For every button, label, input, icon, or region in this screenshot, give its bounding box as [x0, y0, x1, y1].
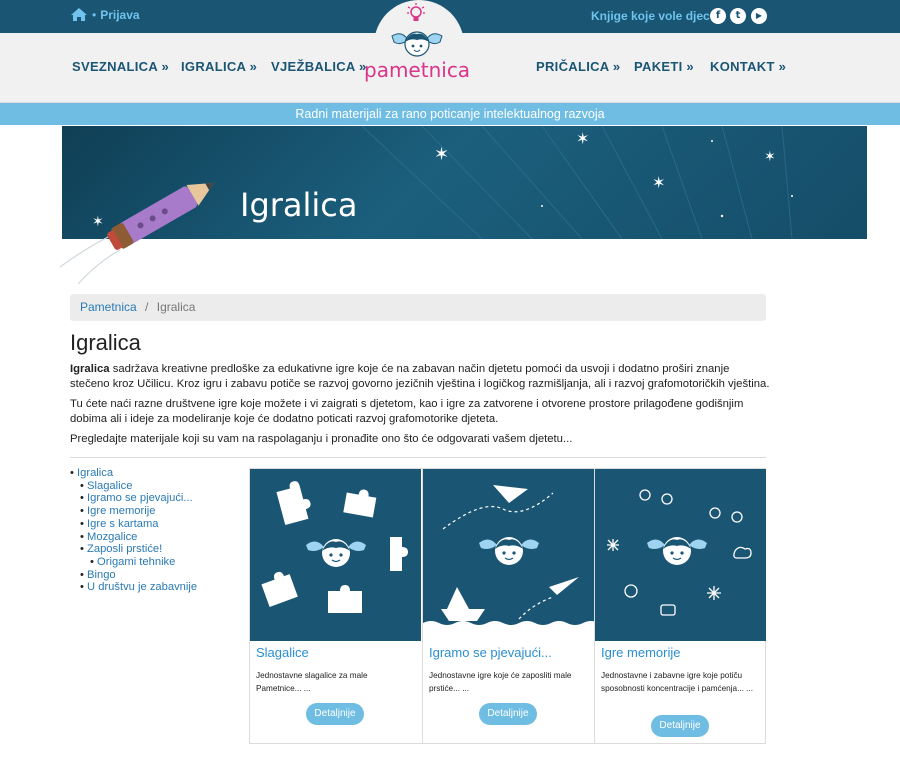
tree-item-igre-s-kartama[interactable]: Igre s kartama: [87, 518, 159, 530]
tree-item-igramo[interactable]: Igramo se pjevajući...: [87, 492, 193, 504]
tree-row: • Bingo: [80, 568, 116, 581]
facebook-icon[interactable]: f: [710, 8, 726, 24]
memory-doodles-icon: [607, 489, 752, 616]
intro-text-1: sadržava kreativne predloške za edukativ…: [70, 363, 770, 390]
tree-row: • Igre memorije: [80, 505, 156, 518]
tree-root: • Igralica: [70, 467, 114, 479]
tree-row: • Mozgalice: [80, 530, 138, 543]
home-icon[interactable]: [70, 7, 88, 22]
tree-row: • U društvu je zabavnije: [80, 581, 198, 594]
svg-text:✶: ✶: [652, 173, 665, 192]
logo-text: pametnica: [364, 58, 471, 82]
svg-text:✶: ✶: [576, 129, 589, 148]
puzzle-pieces-icon: [261, 481, 408, 613]
page-title: Igralica: [70, 330, 141, 355]
tagline-link[interactable]: Knjige koje vole djecu: [591, 9, 717, 23]
tree-item-mozgalice[interactable]: Mozgalice: [87, 531, 137, 543]
tree-item-igralica[interactable]: Igralica: [77, 467, 113, 479]
tree-row: • Zaposli prstiće!: [80, 543, 163, 556]
nav-kontakt[interactable]: KONTAKT »: [710, 59, 786, 74]
card-title-igramo[interactable]: Igramo se pjevajući...: [429, 645, 552, 660]
card-slagalice[interactable]: Slagalice Jednostavne slagalice za male …: [250, 469, 422, 743]
card-desc-slagalice: Jednostavne slagalice za male Pametnice.…: [256, 671, 368, 693]
card-title-igre-memorije[interactable]: Igre memorije: [601, 645, 680, 660]
card-desc-igramo: Jednostavne igre koje će zaposliti male …: [429, 671, 572, 693]
tree-item-igre-memorije[interactable]: Igre memorije: [87, 505, 155, 517]
home-login-link[interactable]: • Prijava: [70, 7, 140, 22]
category-tree: • Igralica • Slagalice • Igramo se pjeva…: [70, 467, 197, 594]
intro-paragraph-3: Pregledajte materijale koji su vam na ra…: [70, 433, 573, 445]
subtitle-strip: Radni materijali za rano poticanje intel…: [0, 103, 900, 125]
card-image-igre-memorije[interactable]: [595, 469, 766, 641]
nav-igralica[interactable]: IGRALICA »: [181, 59, 257, 74]
nav-vjezbalica[interactable]: VJEŽBALICA »: [271, 59, 367, 74]
intro-paragraph-1: Igralica sadržava kreativne predloške za…: [70, 362, 770, 392]
breadcrumb-home-link[interactable]: Pametnica: [80, 300, 137, 314]
tree-row: • Origami tehnike: [90, 555, 176, 568]
tree-item-slagalice[interactable]: Slagalice: [87, 480, 132, 492]
rocket-pencil-icon: [59, 182, 215, 285]
details-button-igramo[interactable]: Detaljnije: [479, 703, 537, 725]
separator-dot: •: [92, 7, 97, 22]
nav-sveznalica[interactable]: SVEZNALICA »: [72, 59, 169, 74]
card-image-igramo[interactable]: [423, 469, 594, 641]
breadcrumb-current: Igralica: [156, 300, 196, 314]
paper-boats-icon: [423, 485, 594, 641]
banner-title: Igralica: [240, 186, 358, 224]
breadcrumb-separator: /: [145, 300, 149, 314]
tree-row: • Igre s kartama: [80, 517, 159, 530]
tree-row: • Slagalice: [80, 479, 133, 492]
login-link[interactable]: Prijava: [100, 8, 139, 22]
nav-pricalica[interactable]: PRIČALICA »: [536, 59, 620, 74]
nav-paketi[interactable]: PAKETI »: [634, 59, 694, 74]
lightbulb-icon: [407, 3, 425, 21]
tree-item-bingo[interactable]: Bingo: [87, 569, 116, 581]
details-button-slagalice[interactable]: Detaljnije: [306, 703, 364, 725]
svg-text:✶: ✶: [764, 149, 776, 165]
svg-text:✶: ✶: [434, 144, 449, 165]
tree-row: • Igramo se pjevajući...: [80, 492, 193, 505]
details-button-igre-memorije[interactable]: Detaljnije: [651, 715, 709, 737]
card-desc-igre-memorije: Jednostavne i zabavne igre koje potiču s…: [601, 671, 754, 693]
tree-item-origami[interactable]: Origami tehnike: [97, 556, 175, 568]
content-divider: [70, 457, 766, 458]
card-image-slagalice[interactable]: [250, 469, 421, 641]
tree-item-zaposli-prstice[interactable]: Zaposli prstiće!: [87, 543, 162, 555]
card-igramo[interactable]: Igramo se pjevajući... Jednostavne igre …: [422, 469, 594, 743]
card-igre-memorije[interactable]: Igre memorije Jednostavne i zabavne igre…: [594, 469, 766, 743]
intro-bold-term: Igralica: [70, 363, 110, 375]
breadcrumb: Pametnica / Igralica: [70, 294, 766, 321]
youtube-icon[interactable]: ▶: [751, 8, 767, 24]
twitter-icon[interactable]: t: [730, 8, 746, 24]
mascot-icon: [391, 31, 443, 57]
category-cards: Slagalice Jednostavne slagalice za male …: [249, 468, 766, 744]
card-title-slagalice[interactable]: Slagalice: [256, 645, 309, 660]
tree-item-u-drustvu[interactable]: U društvu je zabavnije: [87, 581, 197, 593]
intro-paragraph-2: Tu ćete naći razne društvene igre koje m…: [70, 398, 744, 425]
logo[interactable]: pametnica: [360, 0, 480, 90]
